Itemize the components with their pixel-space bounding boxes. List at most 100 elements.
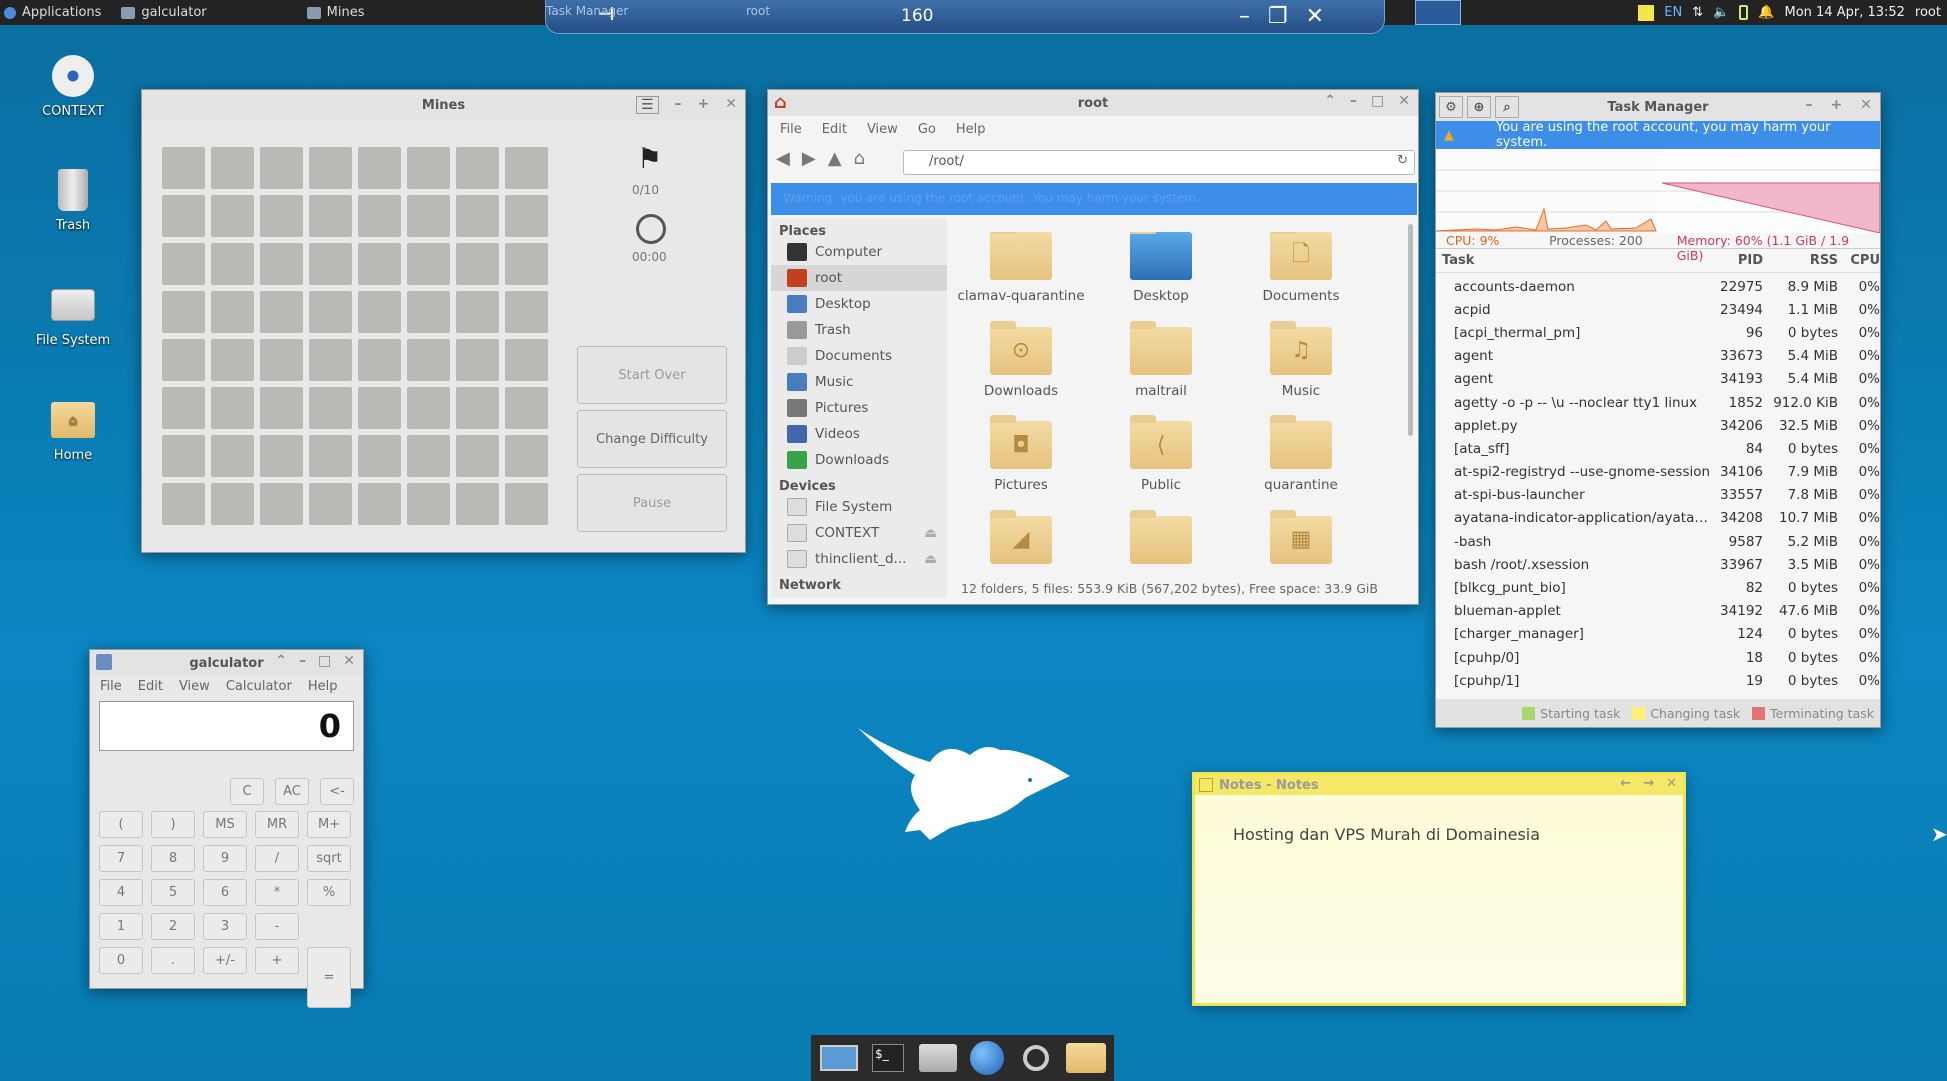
close-icon[interactable]: ✕ bbox=[725, 96, 737, 114]
folder-item[interactable]: ◘ Pictures bbox=[951, 415, 1091, 496]
calculator-key[interactable]: 9 bbox=[203, 845, 247, 872]
sidebar-device[interactable]: CONTEXT ⏏ bbox=[771, 520, 947, 546]
mine-cell[interactable] bbox=[407, 339, 450, 381]
table-row[interactable]: agent 34193 5.4 MiB 0% bbox=[1436, 368, 1880, 391]
menu-item[interactable]: View bbox=[867, 122, 898, 137]
workspace-switcher[interactable] bbox=[1415, 0, 1461, 25]
folder-item[interactable]: ⟨ Public bbox=[1091, 415, 1231, 496]
web-browser-icon[interactable] bbox=[967, 1040, 1006, 1076]
calculator-key[interactable]: 8 bbox=[151, 845, 195, 872]
up-icon[interactable]: ▲ bbox=[828, 148, 842, 169]
search-icon[interactable]: ⌕ bbox=[1495, 96, 1519, 118]
calculator-titlebar[interactable]: galculator ⌃ – □ ✕ bbox=[90, 650, 363, 676]
desktop-icon-context[interactable]: CONTEXT bbox=[23, 54, 123, 119]
notes-tray-icon[interactable] bbox=[1638, 4, 1655, 21]
close-icon[interactable]: ✕ bbox=[1860, 97, 1872, 113]
mines-titlebar[interactable]: Mines ☰ – + ✕ bbox=[142, 90, 745, 120]
mine-cell[interactable] bbox=[162, 195, 205, 237]
mine-cell[interactable] bbox=[456, 435, 499, 477]
notes-titlebar[interactable]: Notes - Notes ← → ✕ bbox=[1195, 775, 1683, 795]
mine-cell[interactable] bbox=[358, 243, 401, 285]
calculator-key[interactable]: MS bbox=[203, 811, 247, 838]
calculator-key[interactable]: / bbox=[255, 845, 299, 872]
menu-item[interactable]: File bbox=[100, 679, 122, 694]
mine-cell[interactable] bbox=[309, 339, 352, 381]
sidebar-item-downloads[interactable]: Downloads bbox=[771, 447, 947, 473]
mine-cell[interactable] bbox=[505, 291, 548, 333]
maximize-icon[interactable]: □ bbox=[318, 653, 331, 669]
clock[interactable]: Mon 14 Apr, 13:52 bbox=[1784, 5, 1904, 20]
folder-item[interactable]: clamav-quarantine bbox=[951, 232, 1091, 307]
calculator-key[interactable]: % bbox=[307, 879, 351, 906]
back-icon[interactable]: ◀ bbox=[776, 148, 790, 169]
change-difficulty-button[interactable]: Change Difficulty bbox=[577, 410, 727, 468]
table-row[interactable]: [cpuhp/1] 19 0 bytes 0% bbox=[1436, 669, 1880, 692]
mine-cell[interactable] bbox=[407, 387, 450, 429]
location-bar[interactable]: /root/ ↻ bbox=[903, 150, 1415, 175]
mine-cell[interactable] bbox=[309, 387, 352, 429]
remote-restore-icon[interactable]: ❐ bbox=[1268, 4, 1288, 29]
file-manager-dock-icon[interactable] bbox=[1066, 1040, 1107, 1076]
mine-cell[interactable] bbox=[162, 483, 205, 525]
sidebar-device[interactable]: thinclient_d... ⏏ bbox=[771, 546, 947, 572]
table-row[interactable]: agent 33673 5.4 MiB 0% bbox=[1436, 345, 1880, 368]
mine-cell[interactable] bbox=[505, 147, 548, 189]
mine-cell[interactable] bbox=[456, 339, 499, 381]
settings-icon[interactable]: ⚙ bbox=[1439, 96, 1463, 118]
calculator-key[interactable]: 3 bbox=[203, 913, 247, 940]
calculator-key[interactable]: ) bbox=[151, 811, 195, 838]
sidebar-item-pictures[interactable]: Pictures bbox=[771, 395, 947, 421]
mine-cell[interactable] bbox=[456, 243, 499, 285]
minimize-icon[interactable]: – bbox=[675, 96, 682, 114]
mine-cell[interactable] bbox=[505, 243, 548, 285]
mine-cell[interactable] bbox=[162, 147, 205, 189]
mine-cell[interactable] bbox=[211, 195, 254, 237]
menu-item[interactable]: Help bbox=[308, 679, 338, 694]
folder-item[interactable] bbox=[1091, 509, 1231, 575]
sidebar-item-desktop[interactable]: Desktop bbox=[771, 291, 947, 317]
mine-cell[interactable] bbox=[211, 147, 254, 189]
terminal-icon[interactable]: $_ bbox=[868, 1040, 907, 1076]
mine-cell[interactable] bbox=[211, 387, 254, 429]
sidebar-item-videos[interactable]: Videos bbox=[771, 421, 947, 447]
table-row[interactable]: at-spi-bus-launcher 33557 7.8 MiB 0% bbox=[1436, 484, 1880, 507]
language-indicator[interactable]: EN bbox=[1664, 5, 1682, 20]
desktop-icon-trash[interactable]: Trash bbox=[23, 168, 123, 233]
mine-cell[interactable] bbox=[505, 435, 548, 477]
calculator-key[interactable]: sqrt bbox=[307, 845, 351, 872]
sidebar-item-trash[interactable]: Trash bbox=[771, 317, 947, 343]
mine-cell[interactable] bbox=[505, 387, 548, 429]
shade-icon[interactable]: ⌃ bbox=[1324, 93, 1336, 109]
mine-cell[interactable] bbox=[162, 387, 205, 429]
desktop-icon-filesystem[interactable]: File System bbox=[23, 283, 123, 348]
calculator-key[interactable]: M+ bbox=[307, 811, 351, 838]
battery-icon[interactable] bbox=[1739, 5, 1749, 20]
calculator-key[interactable]: + bbox=[255, 947, 299, 974]
table-row[interactable]: agetty -o -p -- \u --noclear tty1 linux 1… bbox=[1436, 391, 1880, 414]
mine-cell[interactable] bbox=[162, 435, 205, 477]
menu-item[interactable]: View bbox=[179, 679, 210, 694]
mine-cell[interactable] bbox=[407, 291, 450, 333]
maximize-icon[interactable]: □ bbox=[1371, 93, 1384, 109]
table-row[interactable]: bash /root/.xsession 33967 3.5 MiB 0% bbox=[1436, 553, 1880, 576]
search-dock-icon[interactable] bbox=[1017, 1040, 1056, 1076]
remote-close-icon[interactable]: ✕ bbox=[1306, 4, 1324, 29]
user-menu[interactable]: root bbox=[1915, 5, 1941, 20]
table-row[interactable]: [charger_manager] 124 0 bytes 0% bbox=[1436, 623, 1880, 646]
mine-cell[interactable] bbox=[407, 483, 450, 525]
folder-item[interactable]: ▦ bbox=[1231, 509, 1371, 575]
table-row[interactable]: [ata_sff] 84 0 bytes 0% bbox=[1436, 437, 1880, 460]
pause-button[interactable]: Pause bbox=[577, 474, 727, 532]
folder-item[interactable]: 🗋 Documents bbox=[1231, 232, 1371, 307]
calculator-key[interactable]: - bbox=[255, 913, 299, 940]
mine-cell[interactable] bbox=[260, 147, 303, 189]
folder-item[interactable]: ⊙ Downloads bbox=[951, 320, 1091, 402]
mine-cell[interactable] bbox=[358, 339, 401, 381]
folder-item[interactable]: quarantine bbox=[1231, 415, 1371, 496]
task-manager-titlebar[interactable]: ⚙ ⊕ ⌕ Task Manager – + ✕ bbox=[1436, 93, 1880, 121]
mine-cell[interactable] bbox=[505, 195, 548, 237]
next-note-icon[interactable]: → bbox=[1643, 776, 1654, 791]
calculator-key[interactable]: . bbox=[151, 947, 195, 974]
mine-cell[interactable] bbox=[358, 435, 401, 477]
mine-cell[interactable] bbox=[260, 291, 303, 333]
